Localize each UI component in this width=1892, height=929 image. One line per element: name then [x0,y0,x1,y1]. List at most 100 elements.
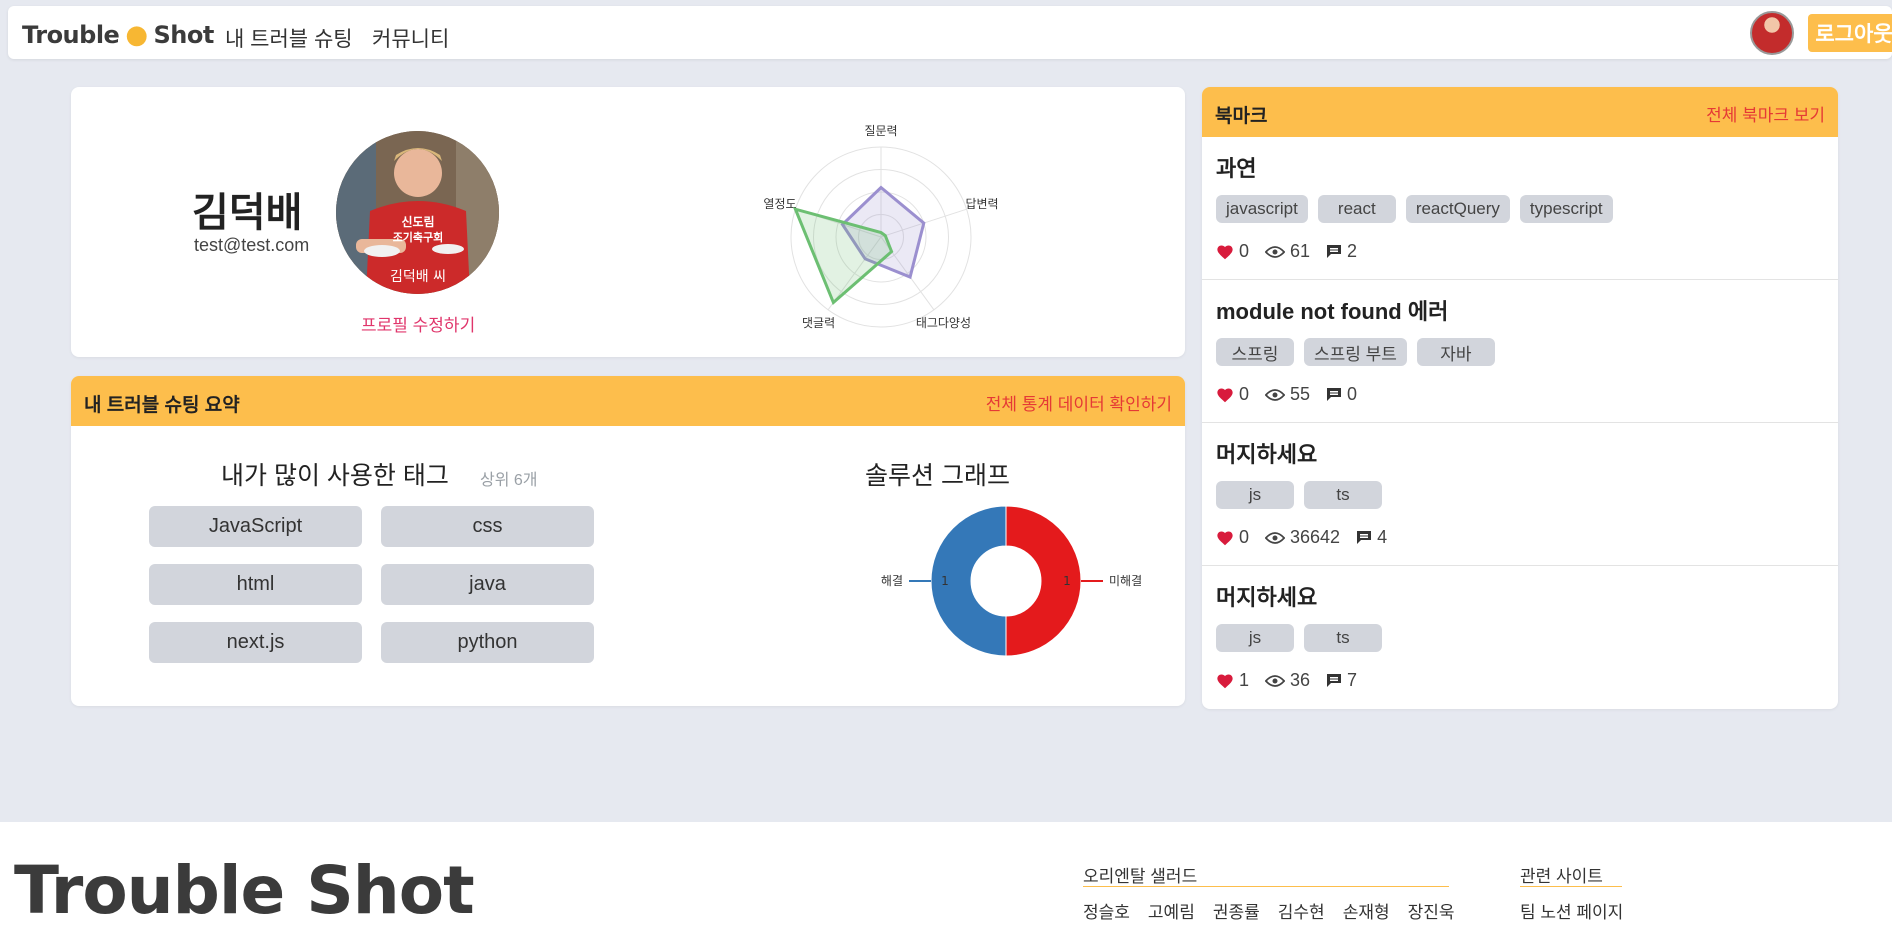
profile-email: test@test.com [194,235,310,255]
team-member: 장진욱 [1407,903,1455,922]
solution-donut-chart: 1 해결 1 미해결 [881,506,1142,657]
eye-icon [1265,674,1286,688]
view-count: 36 [1290,670,1311,690]
tag-button[interactable]: java [381,564,594,605]
view-all-bookmarks-link[interactable]: 전체 북마크 보기 [1706,101,1825,126]
bookmark-tag[interactable]: 스프링 부트 [1304,338,1407,366]
team-member: 권종률 [1212,903,1260,922]
bookmark-tag[interactable]: ts [1304,624,1382,652]
bookmark-tag[interactable]: 자바 [1416,338,1495,366]
bookmark-item[interactable]: module not found 에러 스프링 스프링 부트 자바 0 55 0 [1202,280,1838,423]
bookmark-tags: js ts [1216,624,1382,652]
bookmark-item[interactable]: 과연 javascript react reactQuery typescript 0… [1202,137,1838,280]
bookmark-stats: 1 36 7 [1216,670,1373,691]
nav-my-troubleshooting[interactable]: 내 트러블 슈팅 [225,23,353,53]
profile-photo: 신도림 조기축구회 김덕배 씨 [336,131,499,294]
shirt-text-1: 신도림 [401,214,434,229]
radar-axis-label: 태그다양성 [916,316,971,330]
ability-radar-chart: 질문력답변력태그다양성 댓글력 열정도 [763,124,998,330]
bookmark-tag[interactable]: javascript [1216,195,1308,223]
divider [1520,886,1622,887]
like-count: 0 [1239,241,1250,261]
logo-text-left: Trouble [22,21,120,49]
comment-icon [1326,244,1342,259]
nav-community[interactable]: 커뮤니티 [372,23,449,53]
heart-icon[interactable] [1216,387,1234,403]
profile-card: 김덕배 test@test.com 신도림 조기축구회 김덕배 씨 프로필 수정… [71,87,1185,357]
footer-members: 정슬호 고예림 권종률 김수현 손재형 장진욱 [1083,898,1455,923]
comment-icon [1326,673,1342,688]
bookmark-tags: javascript react reactQuery typescript [1216,195,1613,223]
donut-value-label: 1 [941,574,949,588]
bookmark-stats: 0 55 0 [1216,384,1373,405]
tag-button[interactable]: html [149,564,362,605]
team-member: 고예림 [1147,903,1195,922]
comment-count: 2 [1347,241,1358,261]
profile-name: 김덕배 [192,191,303,235]
view-count: 36642 [1290,527,1341,547]
comment-icon [1326,387,1342,402]
bookmark-title[interactable]: 과연 [1216,151,1256,183]
donut-category-label: 미해결 [1109,574,1142,588]
tag-button[interactable]: css [381,506,594,547]
logo-text-right: Shot [153,21,215,49]
bookmark-tag[interactable]: ts [1304,481,1382,509]
radar-axis-label: 질문력 [864,124,897,138]
eye-icon [1265,245,1286,259]
bookmark-tag[interactable]: 스프링 [1216,338,1294,366]
notion-page-link[interactable]: 팀 노션 페이지 [1520,898,1623,923]
photo-caption: 김덕배 씨 [390,269,446,285]
bookmark-title[interactable]: 머지하세요 [1216,437,1317,469]
logo-drop-icon: ● [125,20,148,50]
shirt-text-2: 조기축구회 [393,230,444,244]
bookmark-tag[interactable]: js [1216,624,1294,652]
view-count: 61 [1290,241,1311,261]
bookmark-tags: 스프링 스프링 부트 자바 [1216,338,1495,366]
bookmark-header-title: 북마크 [1215,106,1268,127]
like-count: 0 [1239,384,1250,404]
team-member: 김수현 [1277,903,1325,922]
bookmark-header: 북마크 전체 북마크 보기 [1202,87,1838,137]
summary-header: 내 트러블 슈팅 요약 전체 통계 데이터 확인하기 [71,376,1185,426]
heart-icon[interactable] [1216,530,1234,546]
summary-card: 내 트러블 슈팅 요약 전체 통계 데이터 확인하기 내가 많이 사용한 태그 … [71,376,1185,706]
like-count: 0 [1239,527,1250,547]
top-tags-title: 내가 많이 사용한 태그 [221,462,449,490]
edit-profile-link[interactable]: 프로필 수정하기 [361,311,475,336]
bookmark-card: 북마크 전체 북마크 보기 과연 javascript react reactQue… [1202,87,1838,709]
bookmark-item[interactable]: 머지하세요 js ts 1 36 7 [1202,566,1838,709]
eye-icon [1265,531,1286,545]
bookmark-item[interactable]: 머지하세요 js ts 0 36642 4 [1202,423,1838,566]
avatar[interactable] [1750,11,1794,55]
team-member: 손재형 [1342,903,1390,922]
tag-button[interactable]: next.js [149,622,362,663]
bookmark-stats: 0 36642 4 [1216,527,1403,548]
radar-axis-label: 댓글력 [802,316,835,330]
bookmark-tag[interactable]: reactQuery [1405,195,1510,223]
logout-button[interactable]: 로그아웃 [1808,14,1892,52]
heart-icon[interactable] [1216,244,1234,260]
heart-icon[interactable] [1216,673,1234,689]
summary-header-title: 내 트러블 슈팅 요약 [84,395,240,416]
team-member: 정슬호 [1083,903,1130,922]
bookmark-tag[interactable]: js [1216,481,1294,509]
footer-sites-title: 관련 사이트 [1520,867,1603,886]
eye-icon [1265,388,1286,402]
donut-value-label: 1 [1063,574,1071,588]
bookmark-tag[interactable]: react [1317,195,1396,223]
footer-team-title: 오리엔탈 샐러드 [1083,867,1198,886]
top-tags-subtitle: 상위 6개 [480,472,538,489]
footer-logo: Trouble Shot [14,852,475,929]
divider [1083,886,1449,887]
logo[interactable]: Trouble ● Shot [22,20,214,50]
bookmark-tag[interactable]: typescript [1519,195,1613,223]
tag-button[interactable]: python [381,622,594,663]
footer: Trouble Shot 오리엔탈 샐러드 정슬호 고예림 권종률 김수현 손재… [0,822,1892,929]
bookmark-title[interactable]: 머지하세요 [1216,580,1317,612]
comment-count: 0 [1347,384,1358,404]
tag-button[interactable]: JavaScript [149,506,362,547]
bookmark-title[interactable]: module not found 에러 [1216,294,1448,326]
view-all-stats-link[interactable]: 전체 통계 데이터 확인하기 [986,390,1172,415]
comment-icon [1356,530,1372,545]
view-count: 55 [1290,384,1311,404]
